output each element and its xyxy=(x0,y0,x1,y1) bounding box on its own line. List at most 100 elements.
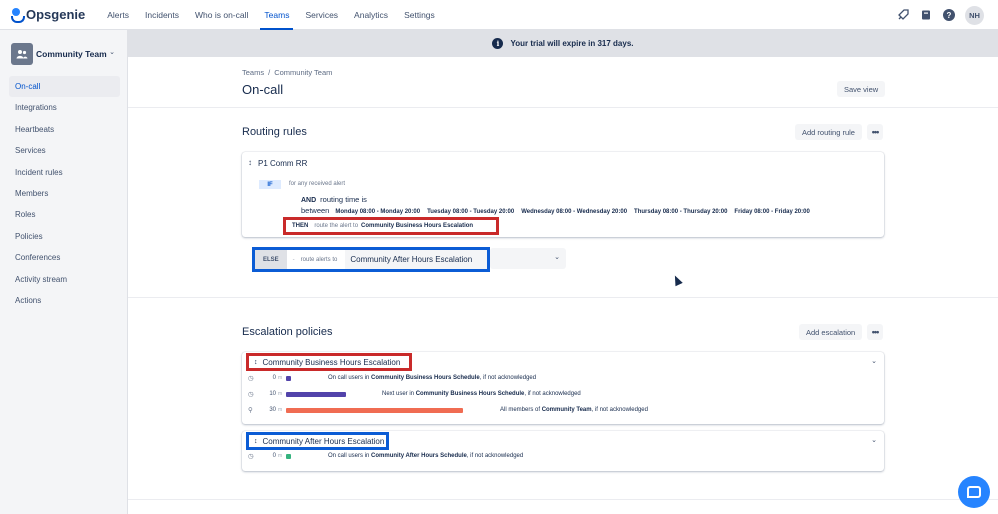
escalation-policy-header[interactable]: ↕ Community Business Hours Escalation xyxy=(246,353,412,371)
trial-message: Your trial will expire in 317 days. xyxy=(510,39,634,48)
step-suffix: , if not acknowledged xyxy=(524,391,581,397)
step-description: All members of Community Team, if not ac… xyxy=(500,407,648,413)
step-unit: m xyxy=(278,453,283,459)
time-slot: Tuesday 08:00 - Tuesday 20:00 xyxy=(427,209,515,215)
chat-support-button[interactable] xyxy=(958,476,990,508)
else-separator: - xyxy=(292,256,295,263)
escalation-step: ◷ 0 m On call users in Community Busines… xyxy=(248,374,878,384)
nav-settings[interactable]: Settings xyxy=(396,0,443,30)
else-destination-select[interactable]: Community After Hours Escalation xyxy=(345,250,487,269)
user-avatar[interactable]: NH xyxy=(965,5,984,25)
sidebar-item-incident-rules[interactable]: Incident rules xyxy=(9,162,120,183)
breadcrumb: Teams / Community Team xyxy=(242,68,332,77)
breadcrumb-team[interactable]: Community Team xyxy=(274,68,332,77)
sidebar-item-actions[interactable]: Actions xyxy=(9,290,120,311)
escalation-more-button[interactable]: ••• xyxy=(867,324,883,340)
step-target: Community Business Hours Schedule xyxy=(371,375,480,381)
sidebar-item-on-call[interactable]: On-call xyxy=(9,76,120,98)
add-escalation-button[interactable]: Add escalation xyxy=(799,324,863,340)
nav-incidents[interactable]: Incidents xyxy=(137,0,187,30)
step-suffix: , if not acknowledged xyxy=(479,375,537,381)
escalation-policy-name[interactable]: Community After Hours Escalation xyxy=(263,437,385,446)
sidebar-item-roles[interactable]: Roles xyxy=(9,204,120,225)
sidebar-item-conferences[interactable]: Conferences xyxy=(9,247,120,268)
main-content: Teams / Community Team On-call Save view R… xyxy=(128,57,998,514)
chat-icon xyxy=(967,486,981,498)
nav-right-actions: ? NH xyxy=(890,5,984,25)
schedule-icon: ◷ xyxy=(248,375,254,382)
drag-handle-icon[interactable]: ↕ xyxy=(254,438,258,445)
else-rule: ELSE - route alerts to Community After H… xyxy=(252,247,490,272)
step-delay-bar xyxy=(286,392,346,397)
save-view-button[interactable]: Save view xyxy=(837,81,886,97)
step-prefix: Next user in xyxy=(382,391,416,397)
breadcrumb-teams[interactable]: Teams xyxy=(242,68,264,77)
step-suffix: , if not acknowledged xyxy=(591,407,648,413)
step-target: Community Business Hours Schedule xyxy=(415,391,525,397)
escalation-policy-header[interactable]: ↕ Community After Hours Escalation xyxy=(246,432,389,450)
help-icon[interactable]: ? xyxy=(939,5,959,25)
step-delay: 0 xyxy=(272,453,276,459)
team-avatar-icon xyxy=(11,43,33,65)
sidebar-item-heartbeats[interactable]: Heartbeats xyxy=(9,119,120,140)
book-icon[interactable] xyxy=(916,5,936,25)
escalation-policy-card: ↕ Community After Hours Escalation ⌄ ◷ 0… xyxy=(242,431,884,471)
sidebar-item-policies[interactable]: Policies xyxy=(9,226,120,247)
app-name: Opsgenie xyxy=(26,7,86,22)
add-routing-rule-button[interactable]: Add routing rule xyxy=(795,124,862,140)
opsgenie-logo[interactable]: Opsgenie xyxy=(11,7,86,23)
nav-alerts[interactable]: Alerts xyxy=(99,0,137,30)
trial-banner: i Your trial will expire in 317 days. xyxy=(128,30,998,57)
sidebar-item-services[interactable]: Services xyxy=(9,140,120,161)
info-icon: i xyxy=(492,38,504,49)
chevron-down-icon[interactable]: ⌄ xyxy=(871,357,877,365)
nav-analytics[interactable]: Analytics xyxy=(346,0,396,30)
if-condition-text: for any received alert xyxy=(289,181,346,187)
drag-handle-icon[interactable]: ↕ xyxy=(254,359,258,366)
and-condition: AND routing time is between Monday 08:00 -… xyxy=(301,195,876,217)
nav-teams[interactable]: Teams xyxy=(256,0,297,30)
team-name: Community Team xyxy=(36,49,107,59)
step-delay-bar xyxy=(286,376,291,381)
chevron-down-icon: ⌄ xyxy=(109,49,115,56)
nav-services[interactable]: Services xyxy=(297,0,346,30)
if-tag: IF xyxy=(259,180,281,189)
rocket-icon[interactable] xyxy=(893,5,913,25)
team-icon: ⚲ xyxy=(248,407,253,414)
else-dropdown[interactable]: ⌄ xyxy=(490,248,566,269)
step-delay-bar xyxy=(286,454,291,459)
divider xyxy=(128,107,998,108)
routing-more-button[interactable]: ••• xyxy=(867,124,883,140)
step-unit: m xyxy=(278,407,283,413)
else-tag: ELSE xyxy=(255,250,287,269)
chevron-down-icon[interactable]: ⌄ xyxy=(871,436,877,444)
step-delay-bar xyxy=(286,408,463,413)
escalation-policy-name[interactable]: Community Business Hours Escalation xyxy=(263,358,401,367)
schedule-icon: ◷ xyxy=(248,453,254,460)
then-destination[interactable]: Community Business Hours Escalation xyxy=(361,223,473,229)
divider xyxy=(128,297,998,298)
else-text: route alerts to xyxy=(300,256,338,263)
routing-rule-card: ↕ P1 Comm RR IF for any received alert A… xyxy=(242,152,884,237)
escalation-step: ◷ 0 m On call users in Community After H… xyxy=(248,452,878,462)
step-unit: m xyxy=(278,391,283,397)
sidebar-item-integrations[interactable]: Integrations xyxy=(9,97,120,118)
drag-handle-icon[interactable]: ↕ xyxy=(248,158,252,167)
then-action: THEN route the alert to Community Business… xyxy=(283,217,499,235)
breadcrumb-separator: / xyxy=(268,68,271,77)
step-description: Next user in Community Business Hours Sc… xyxy=(382,391,581,397)
page-title: On-call xyxy=(242,82,284,97)
step-description: On call users in Community After Hours S… xyxy=(328,453,523,459)
time-slot: Thursday 08:00 - Thursday 20:00 xyxy=(634,209,728,215)
divider xyxy=(128,499,998,500)
step-description: On call users in Community Business Hour… xyxy=(328,375,536,381)
opsgenie-logo-icon xyxy=(11,8,25,23)
sidebar-item-members[interactable]: Members xyxy=(9,183,120,204)
then-label: THEN xyxy=(292,223,309,229)
schedule-icon: ◷ xyxy=(248,391,254,398)
sidebar-item-activity-stream[interactable]: Activity stream xyxy=(9,269,120,290)
rule-name[interactable]: P1 Comm RR xyxy=(258,159,307,168)
nav-who-is-on-call[interactable]: Who is on-call xyxy=(187,0,256,30)
team-switcher[interactable]: Community Team ⌄ xyxy=(11,43,119,65)
escalation-step: ◷ 10 m Next user in Community Business H… xyxy=(248,390,878,400)
